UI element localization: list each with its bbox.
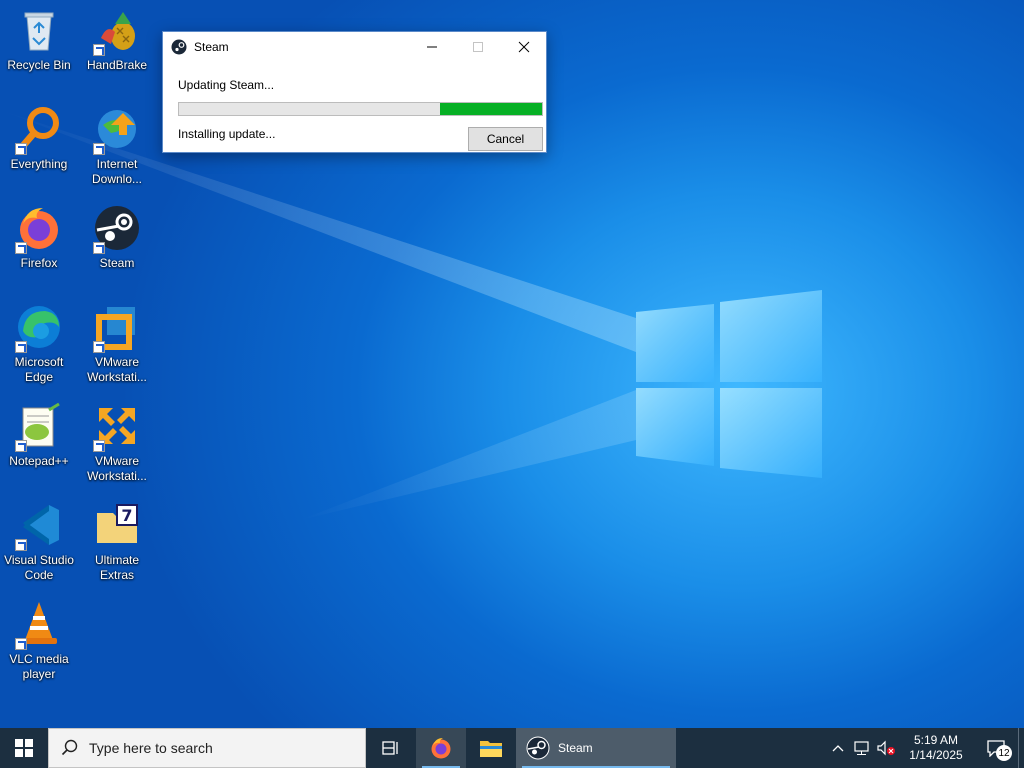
desktop-icon-label: Ultimate Extras xyxy=(94,553,139,582)
steam-icon xyxy=(93,204,141,254)
firefox-icon xyxy=(15,204,63,254)
desktop-icon-vlc[interactable]: VLC media player xyxy=(0,594,78,686)
close-icon xyxy=(518,41,530,53)
chevron-up-icon xyxy=(832,745,844,752)
desktop-icon-vmware-player[interactable]: VMware Workstati... xyxy=(78,396,156,488)
update-progress-bar xyxy=(178,102,543,116)
desktop-icon-label: Internet Downlo... xyxy=(91,157,143,186)
shortcut-arrow-icon xyxy=(93,341,105,353)
shortcut-arrow-icon xyxy=(15,242,27,254)
svg-text:7: 7 xyxy=(121,506,132,525)
steam-icon xyxy=(526,736,550,760)
maximize-button xyxy=(455,32,501,62)
vmware-icon xyxy=(93,303,141,353)
desktop-icon-ultimate-extras[interactable]: 7 Ultimate Extras xyxy=(78,495,156,587)
shortcut-arrow-icon xyxy=(15,539,27,551)
taskbar-search-box[interactable]: Type here to search xyxy=(48,728,366,768)
shortcut-arrow-icon xyxy=(15,143,27,155)
shortcut-arrow-icon xyxy=(15,341,27,353)
taskbar-steam-label: Steam xyxy=(558,741,593,755)
start-button[interactable] xyxy=(0,728,48,768)
clock-date: 1/14/2025 xyxy=(909,748,963,762)
notepadpp-icon xyxy=(15,402,63,452)
taskbar: Type here to search Steam 5:19 AM 1/14/2… xyxy=(0,728,1024,768)
vscode-icon xyxy=(15,501,63,551)
taskbar-file-explorer-button[interactable] xyxy=(466,728,516,768)
vmware-player-icon xyxy=(93,402,141,452)
system-tray: 5:19 AM 1/14/2025 12 xyxy=(826,728,1024,768)
shortcut-arrow-icon xyxy=(93,143,105,155)
dialog-titlebar[interactable]: Steam xyxy=(163,32,546,62)
taskbar-steam-button[interactable]: Steam xyxy=(516,728,676,768)
vlc-icon xyxy=(15,600,63,650)
handbrake-icon xyxy=(93,6,141,56)
desktop-icon-vscode[interactable]: Visual Studio Code xyxy=(0,495,78,587)
task-view-icon xyxy=(382,741,398,755)
windows-logo-icon xyxy=(15,739,33,757)
folder-7-icon: 7 xyxy=(93,501,141,549)
taskbar-clock[interactable]: 5:19 AM 1/14/2025 xyxy=(898,733,974,763)
search-icon xyxy=(61,739,78,756)
volume-button[interactable] xyxy=(874,728,898,768)
clock-time: 5:19 AM xyxy=(913,733,959,747)
progress-fill xyxy=(440,103,542,115)
desktop-icon-label: HandBrake xyxy=(86,58,148,72)
task-view-button[interactable] xyxy=(366,728,416,768)
minimize-button[interactable] xyxy=(409,32,455,62)
volume-muted-icon xyxy=(877,740,895,756)
shortcut-arrow-icon xyxy=(15,638,27,650)
action-center-button[interactable]: 12 xyxy=(974,728,1018,768)
desktop-icon-notepadpp[interactable]: Notepad++ xyxy=(0,396,78,488)
maximize-icon xyxy=(473,42,483,52)
desktop-icon-label: Everything xyxy=(10,157,68,171)
edge-icon xyxy=(15,303,63,353)
shortcut-arrow-icon xyxy=(93,44,105,56)
desktop-icon-label: Recycle Bin xyxy=(7,58,71,72)
desktop-icon-edge[interactable]: Microsoft Edge xyxy=(0,297,78,389)
steam-update-dialog: Steam Updating Steam... Installing updat… xyxy=(162,31,547,153)
cancel-button[interactable]: Cancel xyxy=(468,127,543,151)
everything-search-icon xyxy=(15,105,63,155)
notification-count-badge: 12 xyxy=(996,745,1012,761)
steam-icon xyxy=(171,39,187,55)
desktop-icon-firefox[interactable]: Firefox xyxy=(0,198,78,290)
desktop-icon-label: VMware Workstati... xyxy=(87,454,147,483)
firefox-icon xyxy=(431,738,451,759)
network-icon xyxy=(854,741,869,755)
desktop-icon-steam[interactable]: Steam xyxy=(78,198,156,290)
desktop-icon-label: Notepad++ xyxy=(9,454,69,468)
desktop-icon-label: Microsoft Edge xyxy=(14,355,64,384)
desktop-icon-label: Visual Studio Code xyxy=(4,553,74,582)
search-placeholder: Type here to search xyxy=(89,740,213,756)
recycle-bin-icon xyxy=(15,6,63,54)
desktop-icon-label: Steam xyxy=(99,256,135,270)
desktop-icon-recycle-bin[interactable]: Recycle Bin xyxy=(0,0,78,92)
folder-icon xyxy=(480,741,502,757)
desktop-icon-internet-download-manager[interactable]: Internet Downlo... xyxy=(78,99,156,191)
desktop-icon-label: VMware Workstati... xyxy=(87,355,147,384)
show-desktop-button[interactable] xyxy=(1018,728,1024,768)
shortcut-arrow-icon xyxy=(15,440,27,452)
close-button[interactable] xyxy=(501,32,547,62)
internet-download-manager-icon xyxy=(93,105,141,155)
taskbar-firefox-button[interactable] xyxy=(416,728,466,768)
network-button[interactable] xyxy=(850,728,874,768)
update-status-text: Updating Steam... xyxy=(178,78,275,92)
desktop-icon-handbrake[interactable]: HandBrake xyxy=(78,0,156,92)
desktop-icon-label: Firefox xyxy=(20,256,58,270)
shortcut-arrow-icon xyxy=(93,440,105,452)
dialog-title: Steam xyxy=(194,40,229,54)
show-hidden-icons-button[interactable] xyxy=(826,728,850,768)
minimize-icon xyxy=(427,46,437,48)
desktop-icon-label: VLC media player xyxy=(9,652,69,681)
desktop-icon-everything[interactable]: Everything xyxy=(0,99,78,191)
update-substatus-text: Installing update... xyxy=(178,127,276,141)
shortcut-arrow-icon xyxy=(93,242,105,254)
desktop-icon-vmware-workstation[interactable]: VMware Workstati... xyxy=(78,297,156,389)
